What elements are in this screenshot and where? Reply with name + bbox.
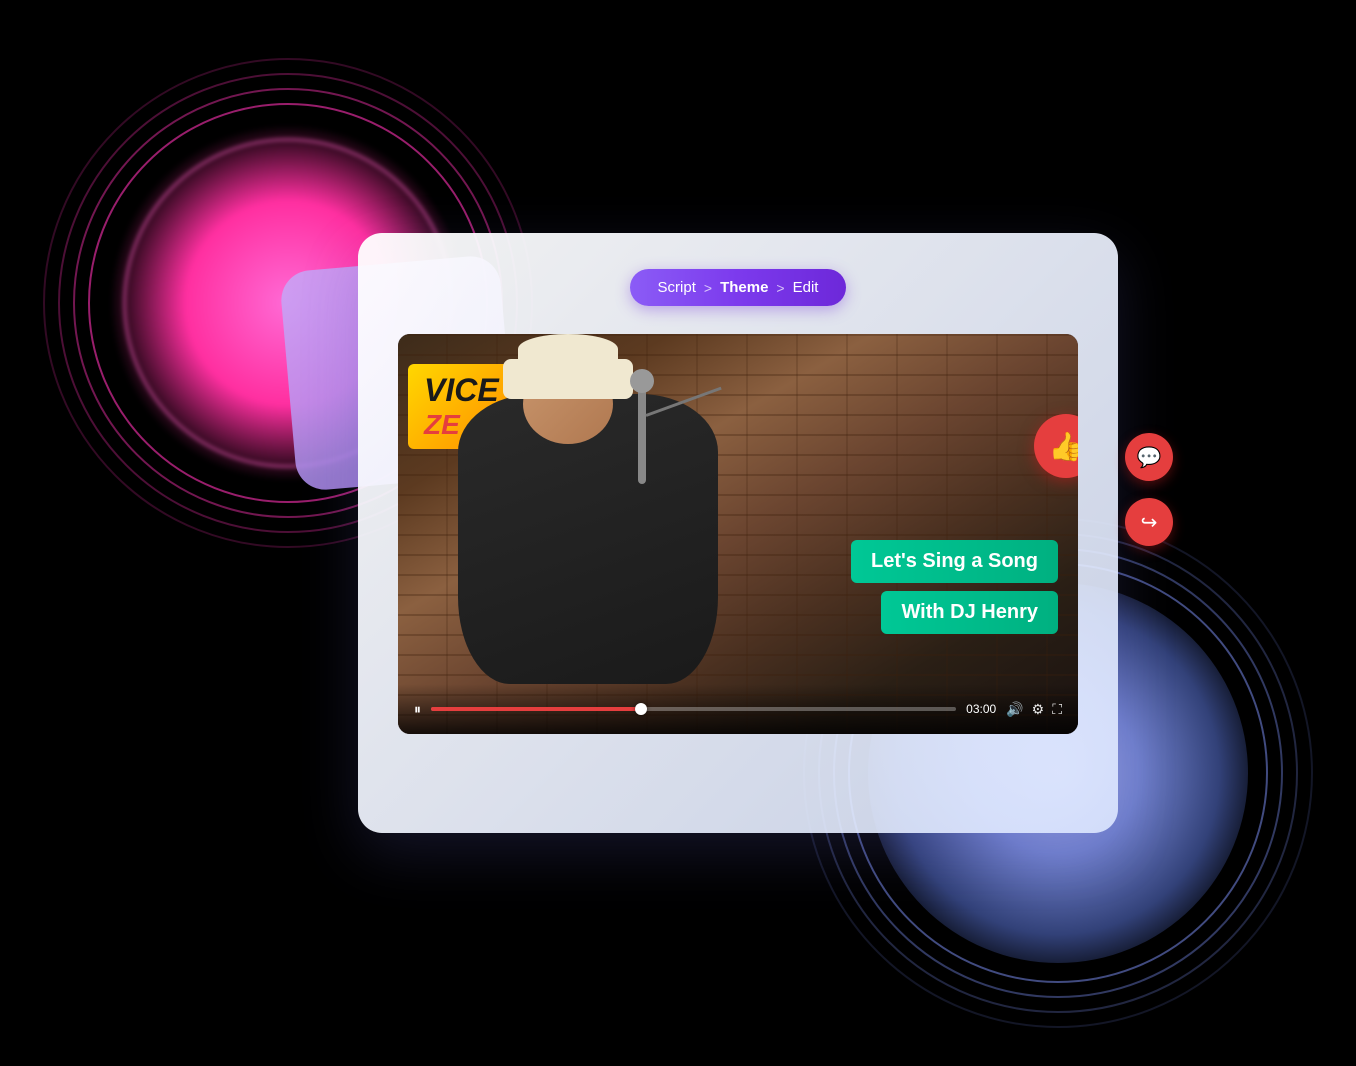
scene: Script > Theme > Edit VICE ZE bbox=[228, 183, 1128, 883]
overlay-line2: With DJ Henry bbox=[881, 591, 1058, 634]
person-hat bbox=[503, 359, 633, 399]
settings-icon[interactable]: ⚙ bbox=[1032, 701, 1045, 718]
progress-bar[interactable] bbox=[431, 707, 956, 711]
breadcrumb-step1[interactable]: Script bbox=[658, 279, 696, 296]
video-controls: ⏸ 03:00 🔊 ⚙ ⛶ bbox=[398, 684, 1078, 734]
share-button[interactable]: ↪ bbox=[1125, 498, 1173, 546]
video-overlay-text: Let's Sing a Song With DJ Henry bbox=[851, 540, 1058, 634]
volume-icon[interactable]: 🔊 bbox=[1006, 701, 1023, 718]
comment-icon: 💬 bbox=[1137, 445, 1162, 470]
progress-fill bbox=[431, 707, 641, 711]
time-display: 03:00 bbox=[966, 702, 996, 716]
microphone bbox=[638, 384, 646, 484]
breadcrumb-sep2: > bbox=[776, 280, 784, 296]
like-icon: 👍 bbox=[1049, 430, 1078, 463]
video-player[interactable]: VICE ZE 👍 Let's Sing a Song bbox=[398, 334, 1078, 734]
share-icon: ↪ bbox=[1141, 510, 1158, 535]
breadcrumb-step2[interactable]: Theme bbox=[720, 279, 768, 296]
person-area bbox=[438, 364, 778, 684]
breadcrumb[interactable]: Script > Theme > Edit bbox=[630, 269, 847, 306]
breadcrumb-step3[interactable]: Edit bbox=[793, 279, 819, 296]
breadcrumb-sep1: > bbox=[704, 280, 712, 296]
pause-button[interactable]: ⏸ bbox=[414, 701, 421, 718]
fullscreen-icon[interactable]: ⛶ bbox=[1052, 701, 1062, 718]
pause-icon: ⏸ bbox=[414, 701, 421, 718]
comment-button[interactable]: 💬 bbox=[1125, 433, 1173, 481]
overlay-line1: Let's Sing a Song bbox=[851, 540, 1058, 583]
main-card: Script > Theme > Edit VICE ZE bbox=[358, 233, 1118, 833]
control-icons: 🔊 ⚙ ⛶ bbox=[1006, 701, 1062, 718]
